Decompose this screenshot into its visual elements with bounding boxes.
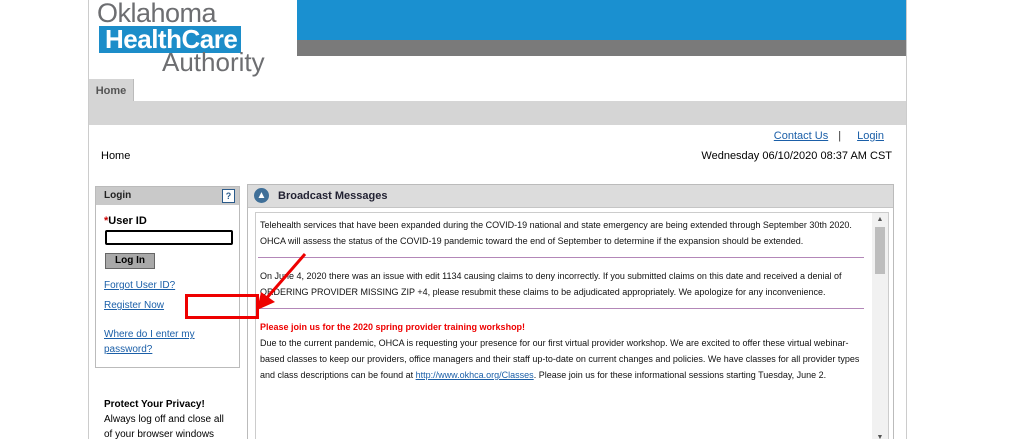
- privacy-notice: Protect Your Privacy! Always log off and…: [104, 397, 234, 439]
- top-links: Contact Us | Login: [774, 130, 884, 142]
- privacy-title: Protect Your Privacy!: [104, 399, 205, 410]
- login-panel: Login ? *User ID Log In Forgot User ID? …: [95, 186, 240, 368]
- workshop-tail: . Please join us for these informational…: [533, 370, 827, 380]
- scroll-down-arrow-icon[interactable]: ▼: [872, 431, 888, 439]
- broadcast-header: ▲ Broadcast Messages: [248, 185, 893, 208]
- header-gray-bar: [297, 40, 906, 56]
- scroll-up-arrow-icon[interactable]: ▲: [872, 213, 888, 227]
- classes-link[interactable]: http://www.okhca.org/Classes: [416, 370, 534, 380]
- broadcast-title: Broadcast Messages: [278, 190, 388, 202]
- logo-text-authority: Authority: [162, 47, 265, 77]
- login-panel-header: Login ?: [96, 187, 239, 205]
- help-icon[interactable]: ?: [222, 189, 235, 203]
- current-datetime: Wednesday 06/10/2020 08:37 AM CST: [701, 150, 892, 162]
- breadcrumb: Home: [101, 150, 131, 162]
- broadcast-messages-panel: ▲ Broadcast Messages Telehealth services…: [247, 184, 894, 439]
- login-panel-title: Login: [104, 190, 132, 201]
- user-id-label-text: User ID: [108, 215, 147, 227]
- workshop-title: Please join us for the 2020 spring provi…: [260, 322, 526, 332]
- page-frame: Oklahoma HealthCare Authority Home Conta…: [88, 0, 907, 439]
- register-now-link[interactable]: Register Now: [104, 300, 164, 311]
- where-enter-password-link[interactable]: Where do I enter my password?: [104, 327, 224, 357]
- ohca-logo[interactable]: Oklahoma HealthCare Authority: [89, 0, 297, 82]
- messages-scroll-area[interactable]: Telehealth services that have been expan…: [255, 212, 889, 439]
- link-separator: |: [838, 130, 842, 142]
- user-id-input[interactable]: [105, 230, 233, 245]
- log-in-button[interactable]: Log In: [105, 253, 155, 269]
- forgot-user-id-link[interactable]: Forgot User ID?: [104, 280, 175, 291]
- broadcast-icon: ▲: [254, 188, 269, 203]
- tab-home[interactable]: Home: [89, 79, 134, 101]
- annotation-arrow-icon: [257, 253, 307, 310]
- broadcast-message: On June 4, 2020 there was an issue with …: [258, 264, 864, 309]
- highlight-box: [185, 294, 259, 319]
- broadcast-message: Telehealth services that have been expan…: [258, 213, 864, 258]
- contact-us-link[interactable]: Contact Us: [774, 130, 828, 142]
- login-link[interactable]: Login: [857, 130, 884, 142]
- scroll-thumb[interactable]: [875, 227, 885, 274]
- messages-content: Telehealth services that have been expan…: [256, 213, 870, 397]
- privacy-text: Always log off and close all of your bro…: [104, 414, 224, 439]
- header-blue-bar: [297, 0, 906, 40]
- user-id-label: *User ID: [104, 215, 147, 227]
- broadcast-message-workshop: Please join us for the 2020 spring provi…: [258, 315, 864, 391]
- nav-band: [89, 101, 906, 125]
- vertical-scrollbar[interactable]: ▲ ▼: [872, 213, 888, 439]
